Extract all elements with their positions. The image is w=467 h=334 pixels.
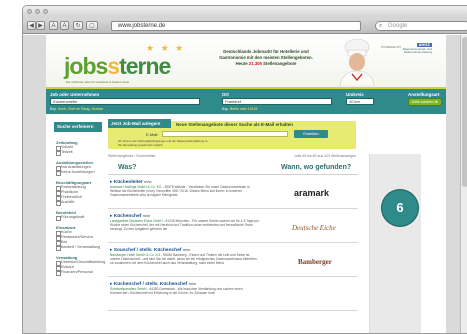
sidebar-filter-checkbox[interactable]: Keine Ausbildungen	[56, 170, 102, 176]
logo-part-1: jobs	[64, 53, 108, 79]
sponsor-text: Allgemeine Hotel- und Gastronomie-Zeitun…	[402, 46, 432, 54]
create-job-mail-button[interactable]: Erstellen	[294, 130, 328, 138]
job-gender-tag: m/w	[142, 213, 150, 218]
forward-button[interactable]: ▶	[36, 21, 45, 30]
job-description: Landgasthof Deutsche Eiche GmbH - 81245 …	[110, 219, 260, 232]
company-logo[interactable]: Deutsche Eiche	[288, 220, 348, 234]
job-listing[interactable]: ▸ Küchenchef m/w Landgasthof Deutsche Ei…	[108, 210, 358, 243]
radius-select[interactable]: 10 km	[346, 98, 374, 105]
search-bar: Job oder Unternehmen Küchenchefin Bsp. K…	[46, 87, 446, 114]
logo-part-2-rest: terne	[119, 53, 171, 79]
text-bigger-button[interactable]: A	[60, 21, 69, 30]
sidebar-filter-checkbox[interactable]: Aushilfe	[56, 200, 102, 206]
company-logo-text: Bamberger	[298, 258, 332, 266]
browser-window: ◀ ▶ A A ↻ ▢ www.jobsterne.de ⌕ Google ★ …	[22, 5, 467, 334]
jobsterne-logo[interactable]: jobssterne	[64, 53, 171, 80]
job-listing[interactable]: ▸ Küchenleiter m/w Aramark Holdings GmbH…	[108, 176, 358, 209]
email-field[interactable]	[162, 131, 288, 137]
close-window-button[interactable]	[27, 9, 32, 14]
job-gender-tag: m/w	[188, 281, 196, 286]
breadcrumb: Stellenangebote / Küchenleiter	[108, 154, 156, 158]
intro-line-3: Heute 21.305 Stellenangebote	[201, 61, 331, 67]
listing-divider	[108, 174, 358, 175]
hint-prefix: Bsp.	[222, 107, 230, 111]
intro-post: Stellenangebote	[261, 61, 297, 66]
job-listing[interactable]: ▸ Souschef / stellv. Küchenchef m/w Bamb…	[108, 244, 358, 277]
sponsor-badge: AHGZ	[416, 42, 432, 47]
job-gender-tag: m/w	[182, 247, 191, 252]
job-mail-box: Jetzt Job-Mail anlegen! Neue Stellenange…	[108, 119, 356, 149]
web-search-placeholder: Google	[388, 23, 408, 29]
terms-line-2: Die Abmeldung ist jederzeit möglich.	[118, 142, 164, 147]
location-example[interactable]: Berlin oder 10115	[230, 107, 257, 111]
job-description: Schnitzelparadies GmbH - 64283 Darmstadt…	[110, 287, 260, 295]
chef-photo	[339, 38, 375, 86]
location-label: Ort	[222, 92, 229, 97]
url-text: www.jobsterne.de	[118, 23, 166, 29]
job-mail-title: Neue Stellenangebote dieser Suche als E-…	[176, 122, 294, 127]
sidebar-filter-list: Zeitumfang Vollzeit Teilzeit Ausbildungsste…	[56, 135, 105, 276]
sidebar-filter-checkbox[interactable]: Finanzen/Personal	[56, 270, 102, 276]
search-icon: ⌕	[379, 23, 383, 29]
number-badge: 6	[382, 190, 418, 226]
webpage: ★ ★ ★ jobssterne Die schönste Jobs für H…	[46, 35, 446, 333]
reload-button[interactable]: ↻	[73, 21, 83, 30]
company-logo-text: aramark	[294, 188, 330, 198]
title-bar	[23, 6, 467, 18]
zoom-window-button[interactable]	[43, 9, 48, 14]
scrollbar-thumb[interactable]	[462, 37, 467, 187]
search-submit-button[interactable]: Jobs suchen ►	[408, 98, 442, 106]
intro-pre: Heute	[235, 61, 249, 66]
sidebar-title: Suche verfeinern	[54, 122, 102, 132]
email-label: E-Mail:	[146, 132, 159, 137]
sponsor-logo[interactable]: AHGZ Allgemeine Hotel- und Gastronomie-Z…	[394, 43, 432, 55]
column-where: Wann, wo gefunden?	[281, 164, 352, 171]
job-count: 21.305	[248, 61, 262, 66]
company-logo-text: Deutsche Eiche	[291, 224, 336, 232]
sidebar-filter-checkbox[interactable]: Bankett / Veranstaltung	[56, 245, 102, 251]
logo-tagline: Die schönste Jobs für Hotellerie & Gastr…	[66, 80, 130, 84]
scrollbar[interactable]	[460, 35, 467, 333]
radius-label: Umkreis	[346, 92, 364, 97]
job-query-label: Job oder Unternehmen	[50, 92, 100, 97]
add-bookmark-button[interactable]: ▢	[86, 21, 98, 30]
right-column	[366, 119, 446, 333]
sidebar-filter-checkbox[interactable]: Teilzeit	[56, 150, 102, 156]
location-hint: Bsp. Berlin oder 10115	[222, 107, 257, 111]
logo-part-2: sterne	[107, 53, 171, 79]
web-search-field[interactable]: ⌕ Google	[375, 21, 467, 31]
sidebar-filter-checkbox[interactable]: Führungskraft	[56, 215, 102, 221]
location-input[interactable]: Frankfurt	[222, 98, 332, 105]
hint-prefix: Bsp.	[50, 107, 58, 111]
refine-sidebar: Suche verfeinern Zeitumfang Vollzeit Teilz…	[46, 119, 105, 333]
result-count: Jobs 40 bis 80 aus 323 Stellenanzeigen	[294, 154, 356, 158]
back-button[interactable]: ◀	[27, 21, 36, 30]
column-what: Was?	[118, 164, 137, 171]
address-bar[interactable]: www.jobsterne.de	[111, 21, 361, 31]
site-header: ★ ★ ★ jobssterne Die schönste Jobs für H…	[46, 35, 446, 87]
employment-type-label: Anstellungsart	[408, 92, 440, 97]
results-main: Jetzt Job-Mail anlegen! Neue Stellenange…	[108, 119, 358, 333]
minimize-window-button[interactable]	[35, 9, 40, 14]
job-mail-tab: Jetzt Job-Mail anlegen!	[108, 119, 171, 128]
job-gender-tag: m/w	[144, 179, 152, 184]
header-intro: Deutschlands Jobmarkt für Hotellerie und…	[201, 49, 331, 67]
company-logo[interactable]: aramark	[288, 186, 348, 200]
text-smaller-button[interactable]: A	[49, 21, 58, 30]
job-description: Aramark Holdings GmbH & Co. KG - 35578 W…	[110, 185, 260, 198]
job-query-example[interactable]: Koch, Chef de Rang, Service	[58, 107, 103, 111]
job-listing[interactable]: ▸ Küchenchef / stellv. Küchenchef m/w Sc…	[108, 278, 358, 311]
job-description: Bamberger Hotel GmbH & Co. KG - 96052 Ba…	[110, 253, 260, 266]
company-logo[interactable]: Bamberger	[288, 254, 348, 268]
page-viewport: ★ ★ ★ jobssterne Die schönste Jobs für H…	[23, 35, 467, 333]
job-query-hint: Bsp. Koch, Chef de Rang, Service	[50, 107, 103, 111]
job-query-input[interactable]: Küchenchefin	[50, 98, 200, 105]
ad-space	[369, 154, 421, 333]
job-mail-terms: Ich stimme den Nutzungsbedingungen und d…	[118, 139, 208, 147]
browser-toolbar: ◀ ▶ A A ↻ ▢ www.jobsterne.de ⌕ Google	[23, 18, 467, 34]
